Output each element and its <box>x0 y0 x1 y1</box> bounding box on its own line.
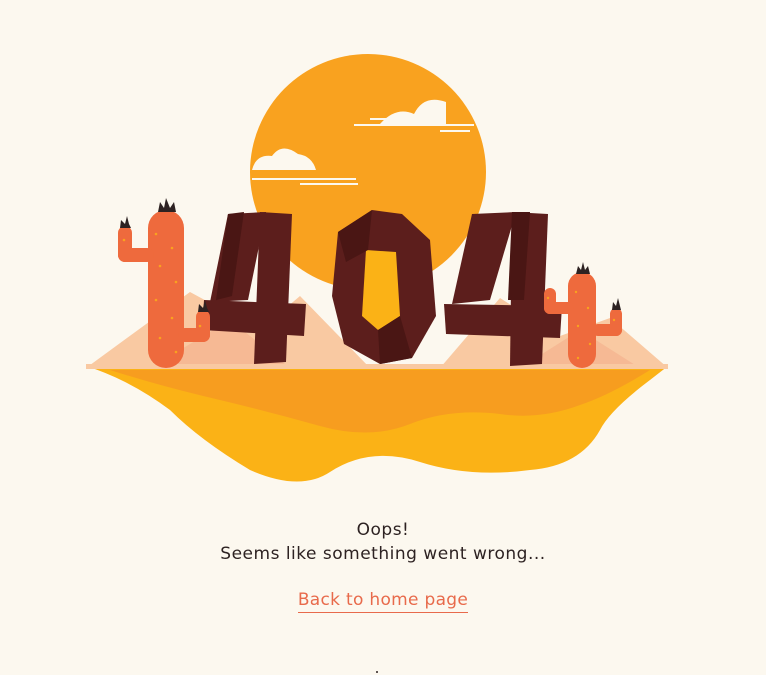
error-headline: Oops! <box>356 520 410 540</box>
error-subline: Seems like something went wrong... <box>220 544 546 564</box>
error-page: 404 Oops! Seems like something went wron… <box>0 0 766 675</box>
desert-404-illustration: 404 <box>86 54 668 482</box>
sand-island <box>86 364 668 482</box>
home-link-container: Back to home page <box>0 590 766 613</box>
numeral-0 <box>332 210 436 364</box>
back-to-home-link[interactable]: Back to home page <box>297 590 469 613</box>
cursor-dot <box>376 671 378 673</box>
error-message: Oops! Seems like something went wrong... <box>0 518 766 566</box>
